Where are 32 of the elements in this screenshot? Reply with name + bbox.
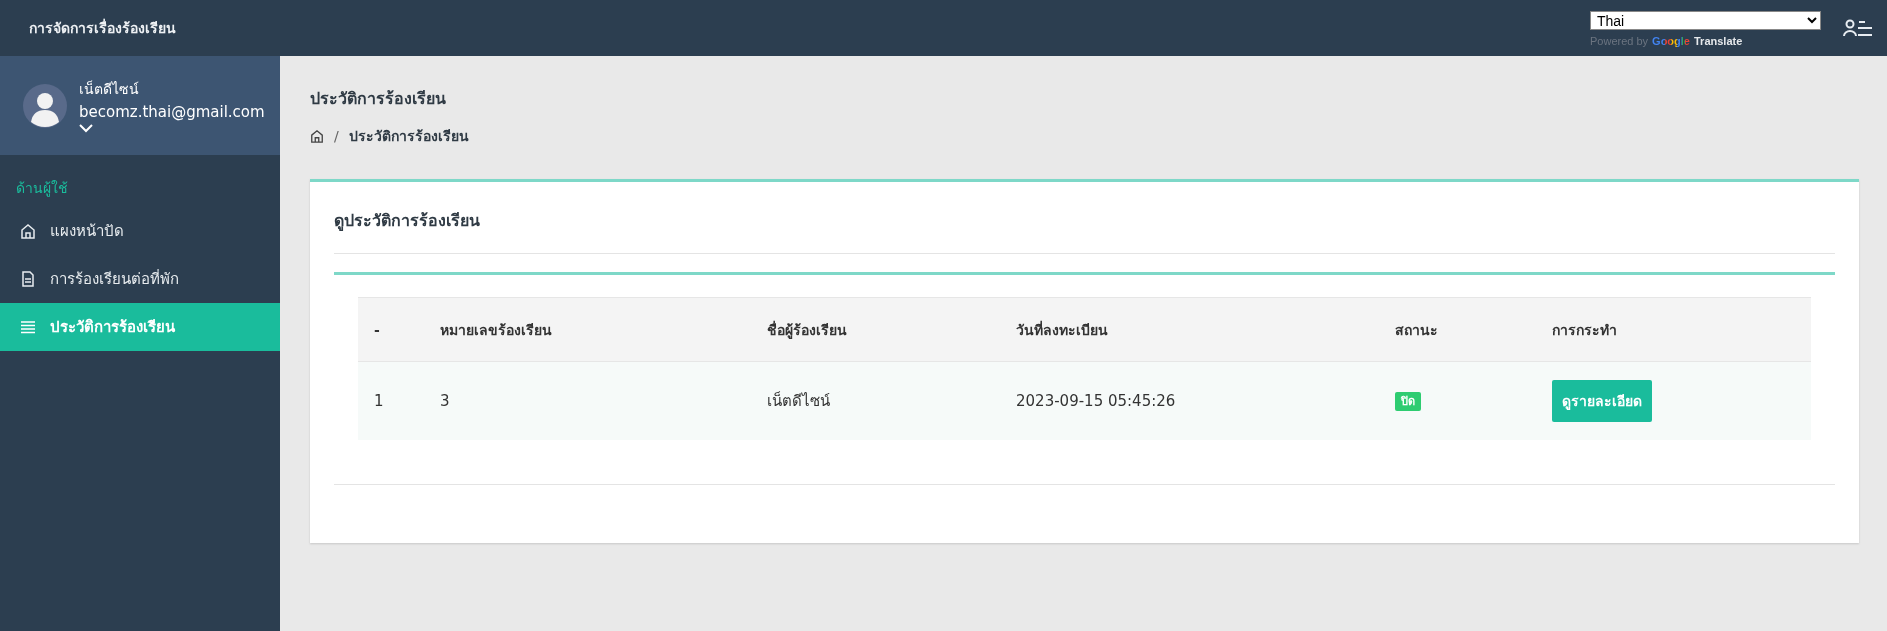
column-header: - bbox=[358, 297, 439, 362]
table-cell: เน็ตดีไซน์ bbox=[767, 391, 830, 410]
column-header: ชื่อผู้ร้องเรียน bbox=[766, 297, 1015, 362]
table-cell: 3 bbox=[440, 391, 450, 410]
google-logo-text: Google bbox=[1652, 35, 1690, 47]
translate-link[interactable]: Translate bbox=[1694, 35, 1743, 47]
table-cell: 2023-09-15 05:45:26 bbox=[1016, 391, 1176, 410]
page-title: ประวัติการร้องเรียน bbox=[310, 88, 447, 110]
list-icon bbox=[20, 319, 36, 335]
breadcrumb-separator: / bbox=[334, 128, 339, 144]
document-icon bbox=[20, 271, 36, 287]
table-cell: 1 bbox=[374, 391, 384, 410]
card-title: ดูประวัติการร้องเรียน bbox=[334, 208, 1835, 254]
sidebar-item[interactable]: การร้องเรียนต่อที่พัก bbox=[0, 255, 280, 303]
home-icon bbox=[20, 223, 36, 239]
home-icon[interactable] bbox=[310, 129, 324, 143]
avatar-icon bbox=[23, 83, 67, 128]
column-header: วันที่ลงทะเบียน bbox=[1015, 297, 1394, 362]
status-badge: ปิด bbox=[1395, 392, 1421, 412]
app-title: การจัดการเรื่องร้องเรียน bbox=[29, 17, 177, 38]
user-email: becomz.thai@gmail.com bbox=[79, 103, 265, 121]
chevron-down-icon[interactable] bbox=[79, 124, 93, 133]
powered-by-text: Powered by bbox=[1590, 35, 1649, 47]
column-header: สถานะ bbox=[1394, 297, 1551, 362]
column-header: หมายเลขร้องเรียน bbox=[439, 297, 766, 362]
user-menu-icon[interactable] bbox=[1843, 19, 1873, 37]
section-heading: ด้านผู้ใช้ bbox=[15, 179, 69, 199]
sidebar-item[interactable]: แผงหน้าปัด bbox=[0, 207, 280, 255]
breadcrumb-item: ประวัติการร้องเรียน bbox=[348, 127, 469, 146]
user-name: เน็ตดีไซน์ bbox=[79, 79, 140, 99]
language-select[interactable]: Thai bbox=[1590, 11, 1821, 30]
column-header: การกระทำ bbox=[1551, 297, 1811, 362]
